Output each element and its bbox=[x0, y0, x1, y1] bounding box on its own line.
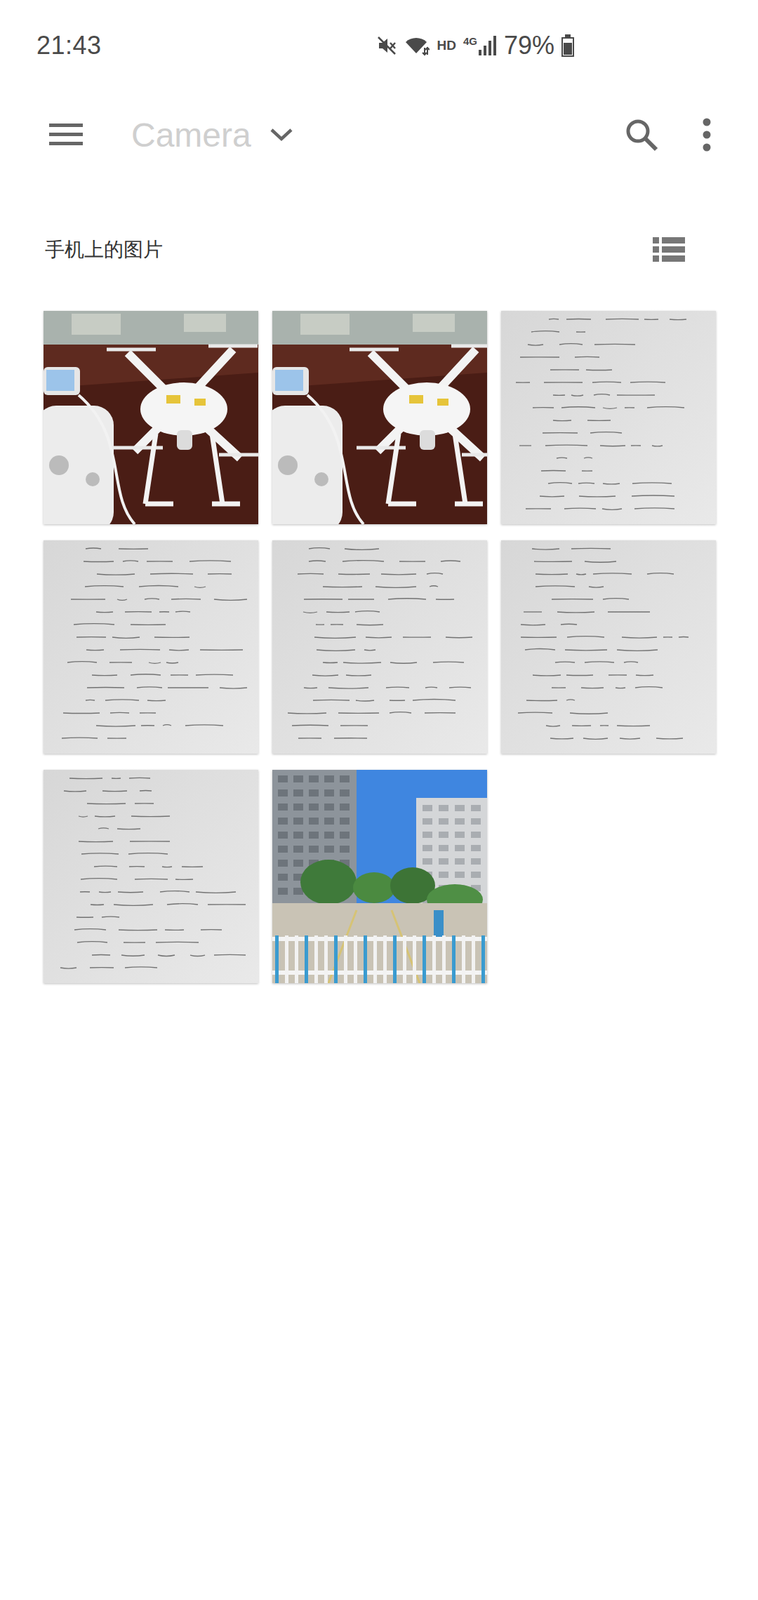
photo-image bbox=[272, 310, 488, 525]
toolbar: Camera bbox=[0, 91, 758, 179]
photo-thumbnail[interactable] bbox=[501, 540, 716, 754]
photo-thumbnail[interactable] bbox=[272, 310, 488, 525]
status-icons: HD 4G 79% bbox=[376, 30, 758, 61]
menu-icon-svg[interactable] bbox=[49, 122, 83, 148]
photo-image bbox=[43, 310, 259, 525]
photo-image bbox=[43, 769, 259, 984]
battery-fill bbox=[563, 42, 573, 55]
status-time: 21:43 bbox=[36, 30, 102, 61]
signal-icon-svg bbox=[478, 35, 497, 56]
section-header: 手机上的图片 bbox=[0, 221, 758, 278]
wifi-icon-svg bbox=[404, 35, 430, 57]
mute-icon bbox=[376, 35, 398, 57]
photo-image bbox=[501, 540, 716, 754]
photo-grid bbox=[0, 310, 758, 984]
mute-icon-svg bbox=[376, 35, 398, 57]
more-icon[interactable] bbox=[701, 117, 712, 152]
more-icon-svg[interactable] bbox=[701, 117, 712, 152]
network-label: 4G bbox=[463, 35, 478, 47]
battery-percent: 79% bbox=[503, 30, 555, 61]
search-icon-svg[interactable] bbox=[624, 117, 659, 152]
dropdown-chevron-icon-svg[interactable] bbox=[269, 127, 294, 143]
photo-thumbnail[interactable] bbox=[501, 310, 716, 525]
signal: 4G bbox=[463, 35, 497, 56]
list-view-icon[interactable] bbox=[652, 237, 686, 263]
wifi-icon bbox=[404, 35, 430, 57]
list-view-icon-svg[interactable] bbox=[652, 237, 686, 263]
hd-label: HD bbox=[436, 37, 456, 54]
photo-thumbnail[interactable] bbox=[272, 540, 488, 754]
photo-image bbox=[272, 769, 488, 984]
photo-thumbnail[interactable] bbox=[43, 540, 259, 754]
battery-icon bbox=[561, 34, 575, 57]
album-title[interactable]: Camera bbox=[131, 115, 252, 155]
photo-image bbox=[43, 540, 259, 754]
toolbar-actions bbox=[624, 117, 758, 152]
dropdown-chevron-icon[interactable] bbox=[269, 127, 294, 143]
photo-image bbox=[272, 540, 488, 754]
status-bar: 21:43 HD 4G 79% bbox=[0, 0, 758, 92]
photo-image bbox=[501, 310, 716, 525]
battery-track bbox=[561, 37, 575, 57]
menu-icon[interactable] bbox=[49, 122, 83, 148]
photo-thumbnail[interactable] bbox=[43, 769, 259, 984]
photo-thumbnail[interactable] bbox=[272, 769, 488, 984]
signal-icon bbox=[478, 35, 497, 56]
search-icon[interactable] bbox=[624, 117, 659, 152]
photo-thumbnail[interactable] bbox=[43, 310, 259, 525]
section-title: 手机上的图片 bbox=[44, 236, 163, 264]
